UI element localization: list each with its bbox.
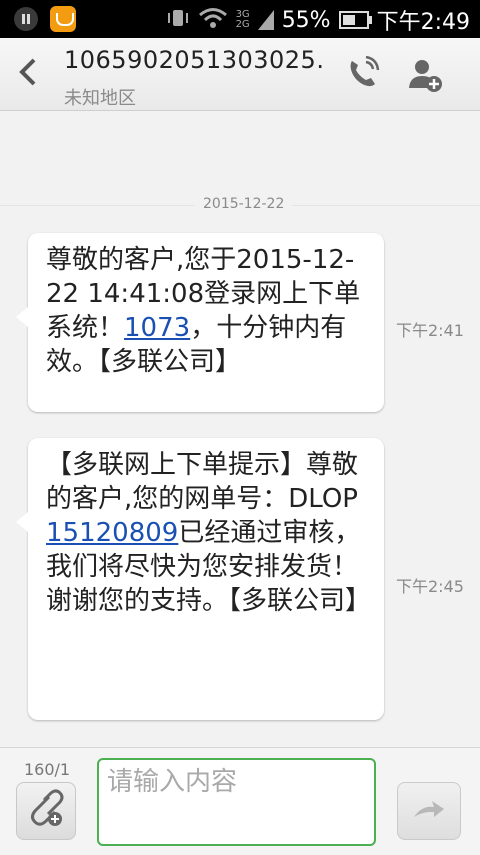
char-counter: 160/1 xyxy=(24,760,71,779)
message-time: 下午2:45 xyxy=(396,577,464,596)
message-bubble[interactable]: 尊敬的客户,您于2015-12-22 14:41:08登录网上下单系统！1073… xyxy=(16,233,384,412)
send-icon xyxy=(398,801,460,843)
contact-number: 1065902051303025. xyxy=(64,46,325,74)
message-bubble[interactable]: 【多联网上下单提示】尊敬的客户,您的网单号：DLOP15120809已经通过审核… xyxy=(16,438,384,720)
pause-icon xyxy=(14,7,38,31)
vibrate-icon xyxy=(166,7,190,34)
status-bar: 3G 2G 55% 下午2:49 xyxy=(0,0,480,38)
attach-button[interactable] xyxy=(16,782,76,840)
message-link[interactable]: 1073 xyxy=(124,313,190,343)
status-time: 下午2:49 xyxy=(376,10,470,35)
contact-region: 未知地区 xyxy=(64,88,136,109)
conversation-header: 1065902051303025. 未知地区 xyxy=(0,38,480,111)
app-icon xyxy=(50,6,76,32)
message-input[interactable] xyxy=(99,760,374,804)
message-input-box[interactable] xyxy=(97,758,376,846)
message-text: 【多联网上下单提示】尊敬的客户,您的网单号：DLOP xyxy=(46,450,359,514)
attach-icon xyxy=(17,789,75,843)
composer-bar: 160/1 xyxy=(0,747,480,855)
battery-icon xyxy=(338,11,372,29)
network-type: 3G 2G xyxy=(236,10,250,30)
network-bottom: 2G xyxy=(235,19,250,30)
message-time: 下午2:41 xyxy=(396,321,464,340)
back-arrow-icon[interactable] xyxy=(14,54,44,90)
signal-icon xyxy=(257,10,274,30)
phone-call-icon[interactable] xyxy=(346,55,380,90)
date-label: 2015-12-22 xyxy=(195,196,293,212)
send-button[interactable] xyxy=(397,782,461,840)
battery-percent: 55% xyxy=(281,7,331,33)
status-left xyxy=(14,6,76,32)
add-contact-icon[interactable] xyxy=(406,56,444,94)
status-right: 3G 2G 55% 下午2:49 xyxy=(166,4,470,36)
message-link[interactable]: 15120809 xyxy=(46,518,178,548)
wifi-icon xyxy=(198,7,228,34)
